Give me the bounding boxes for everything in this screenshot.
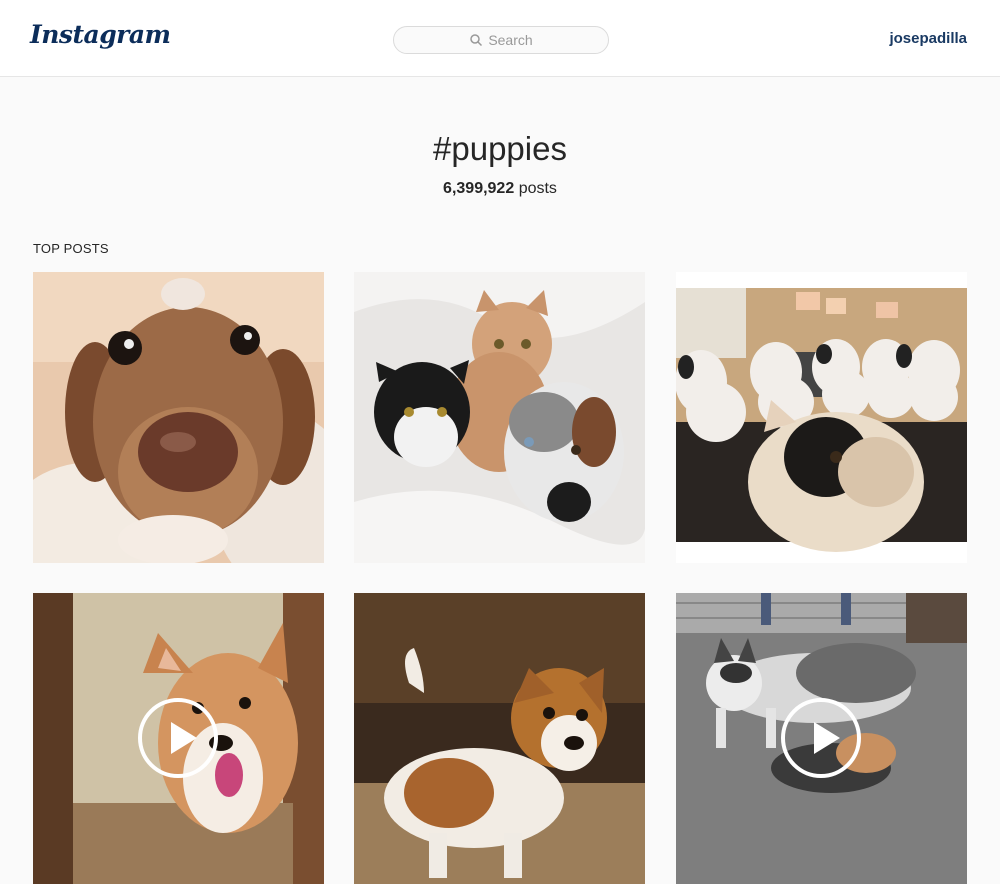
dachshund-photo	[33, 272, 324, 563]
post-count: 6,399,922 posts	[0, 180, 1000, 198]
profile-username-link[interactable]: josepadilla	[889, 30, 967, 47]
post-thumbnail-2[interactable]	[354, 272, 645, 563]
search-placeholder: Search	[488, 32, 533, 48]
play-icon[interactable]	[781, 698, 861, 778]
jack-russell-photo	[354, 593, 645, 884]
post-count-number: 6,399,922	[443, 180, 515, 197]
post-thumbnail-4[interactable]	[33, 593, 324, 884]
search-input[interactable]: Search	[393, 26, 609, 54]
post-thumbnail-1[interactable]	[33, 272, 324, 563]
section-title-top-posts: TOP POSTS	[33, 241, 109, 256]
play-icon[interactable]	[138, 698, 218, 778]
post-count-suffix: posts	[518, 180, 557, 197]
search-icon	[470, 34, 483, 47]
instagram-logo[interactable]: Instagram	[30, 20, 171, 49]
top-bar: Instagram Search josepadilla	[0, 0, 1000, 77]
french-bulldog-photo	[676, 272, 967, 563]
cats-and-dog-photo	[354, 272, 645, 563]
post-thumbnail-5[interactable]	[354, 593, 645, 884]
post-thumbnail-3[interactable]	[676, 272, 967, 563]
hashtag-title: #puppies	[433, 130, 567, 167]
post-thumbnail-6[interactable]	[676, 593, 967, 884]
